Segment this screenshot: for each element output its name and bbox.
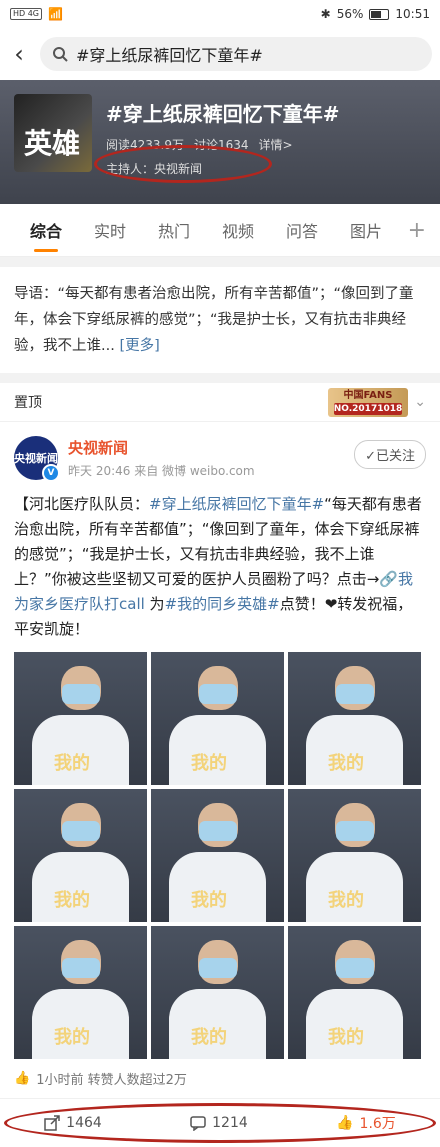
- topic-thumbnail: 英雄: [14, 94, 92, 172]
- highlight-oval-stats: [94, 145, 272, 183]
- image-thumbnail[interactable]: 我的: [151, 652, 284, 785]
- status-bar: HD 4G 📶 ✱ 56% 10:51: [0, 0, 440, 28]
- post-header: 央视新闻 V 央视新闻 昨天 20:46 来自 微博 weibo.com ✓已关…: [0, 422, 440, 488]
- post-time: 昨天 20:46: [68, 464, 131, 478]
- image-thumbnail[interactable]: 我的: [14, 652, 147, 785]
- back-arrow-icon[interactable]: ‹: [8, 40, 30, 68]
- author-name[interactable]: 央视新闻: [68, 437, 255, 458]
- image-thumbnail[interactable]: 我的: [14, 789, 147, 922]
- tab-video[interactable]: 视频: [206, 218, 270, 242]
- intro-more-link[interactable]: [更多]: [119, 338, 159, 354]
- topic-intro: 导语：“每天都有患者治愈出院，所有辛苦都值”；“像回到了童年，体会下穿纸尿裤的感…: [0, 267, 440, 373]
- tab-bar: 综合 实时 热门 视频 问答 图片 +: [0, 204, 440, 257]
- bluetooth-icon: ✱: [320, 7, 331, 21]
- search-input[interactable]: #穿上纸尿裤回忆下童年#: [40, 37, 432, 71]
- search-icon: [53, 47, 68, 62]
- pinned-label: 置顶: [14, 395, 42, 411]
- image-thumbnail[interactable]: 我的: [288, 652, 421, 785]
- footnote-text: 1小时前 转赞人数超过2万: [36, 1073, 187, 1088]
- search-query: #穿上纸尿裤回忆下童年#: [76, 46, 263, 65]
- avatar-text: 央视新闻: [14, 451, 58, 465]
- image-thumbnail[interactable]: 我的: [14, 926, 147, 1059]
- search-row: ‹ #穿上纸尿裤回忆下童年#: [0, 28, 440, 80]
- topic-title: #穿上纸尿裤回忆下童年#: [106, 102, 340, 126]
- action-bar: 1464 1214 👍 1.6万: [0, 1098, 440, 1147]
- post-text-a: 【河北医疗队队员：: [14, 495, 150, 513]
- tab-all[interactable]: 综合: [14, 218, 78, 252]
- battery-icon: [369, 8, 390, 20]
- add-tab-icon[interactable]: +: [408, 218, 426, 243]
- fans-badge: 中国FANS NO.20171018: [327, 387, 409, 417]
- hashtag-link-2[interactable]: #我的同乡英雄#: [165, 595, 280, 613]
- battery-percent: 56%: [336, 7, 364, 21]
- chevron-down-icon[interactable]: ⌄: [414, 394, 426, 410]
- post-meta: 昨天 20:46 来自 微博 weibo.com: [68, 462, 255, 479]
- details-link[interactable]: 详情>: [259, 136, 293, 153]
- tab-images[interactable]: 图片: [334, 218, 398, 242]
- avatar[interactable]: 央视新闻 V: [14, 436, 60, 482]
- hashtag-link[interactable]: #穿上纸尿裤回忆下童年#: [149, 495, 324, 513]
- image-thumbnail[interactable]: 我的: [151, 926, 284, 1059]
- post-body: 【河北医疗队队员：#穿上纸尿裤回忆下童年#“每天都有患者治愈出院，所有辛苦都值”…: [0, 488, 440, 652]
- verified-icon: V: [42, 464, 60, 482]
- divider: [0, 257, 440, 267]
- follow-button[interactable]: ✓已关注: [354, 440, 426, 469]
- tab-qa[interactable]: 问答: [270, 218, 334, 242]
- tab-hot[interactable]: 热门: [142, 218, 206, 242]
- intro-text: 导语：“每天都有患者治愈出院，所有辛苦都值”；“像回到了童年，体会下穿纸尿裤的感…: [14, 286, 414, 354]
- image-thumbnail[interactable]: 我的: [288, 789, 421, 922]
- image-thumbnail[interactable]: 我的: [151, 789, 284, 922]
- topic-header: 英雄 #穿上纸尿裤回忆下童年# 阅读4233.9万 讨论1634 详情> 主持人…: [0, 80, 440, 204]
- pinned-row: 置顶 中国FANS NO.20171018 ⌄: [0, 383, 440, 422]
- fans-badge-number: NO.20171018: [333, 402, 403, 415]
- tab-realtime[interactable]: 实时: [78, 218, 142, 242]
- image-grid: 我的 我的 我的 我的 我的 我的 我的 我的 我的: [0, 652, 440, 1059]
- post-source: 来自 微博 weibo.com: [134, 464, 255, 478]
- highlight-oval-actions: [4, 1103, 436, 1143]
- post-footnote: 👍 1小时前 转赞人数超过2万: [0, 1059, 440, 1098]
- image-thumbnail[interactable]: 我的: [288, 926, 421, 1059]
- network-icon: HD 4G: [10, 8, 43, 20]
- post-text-c: 为: [144, 595, 165, 613]
- fans-badge-title: 中国FANS: [343, 389, 393, 401]
- divider: [0, 373, 440, 383]
- thumbs-up-icon: 👍: [14, 1071, 31, 1086]
- clock: 10:51: [395, 7, 430, 21]
- wifi-icon: 📶: [48, 7, 63, 21]
